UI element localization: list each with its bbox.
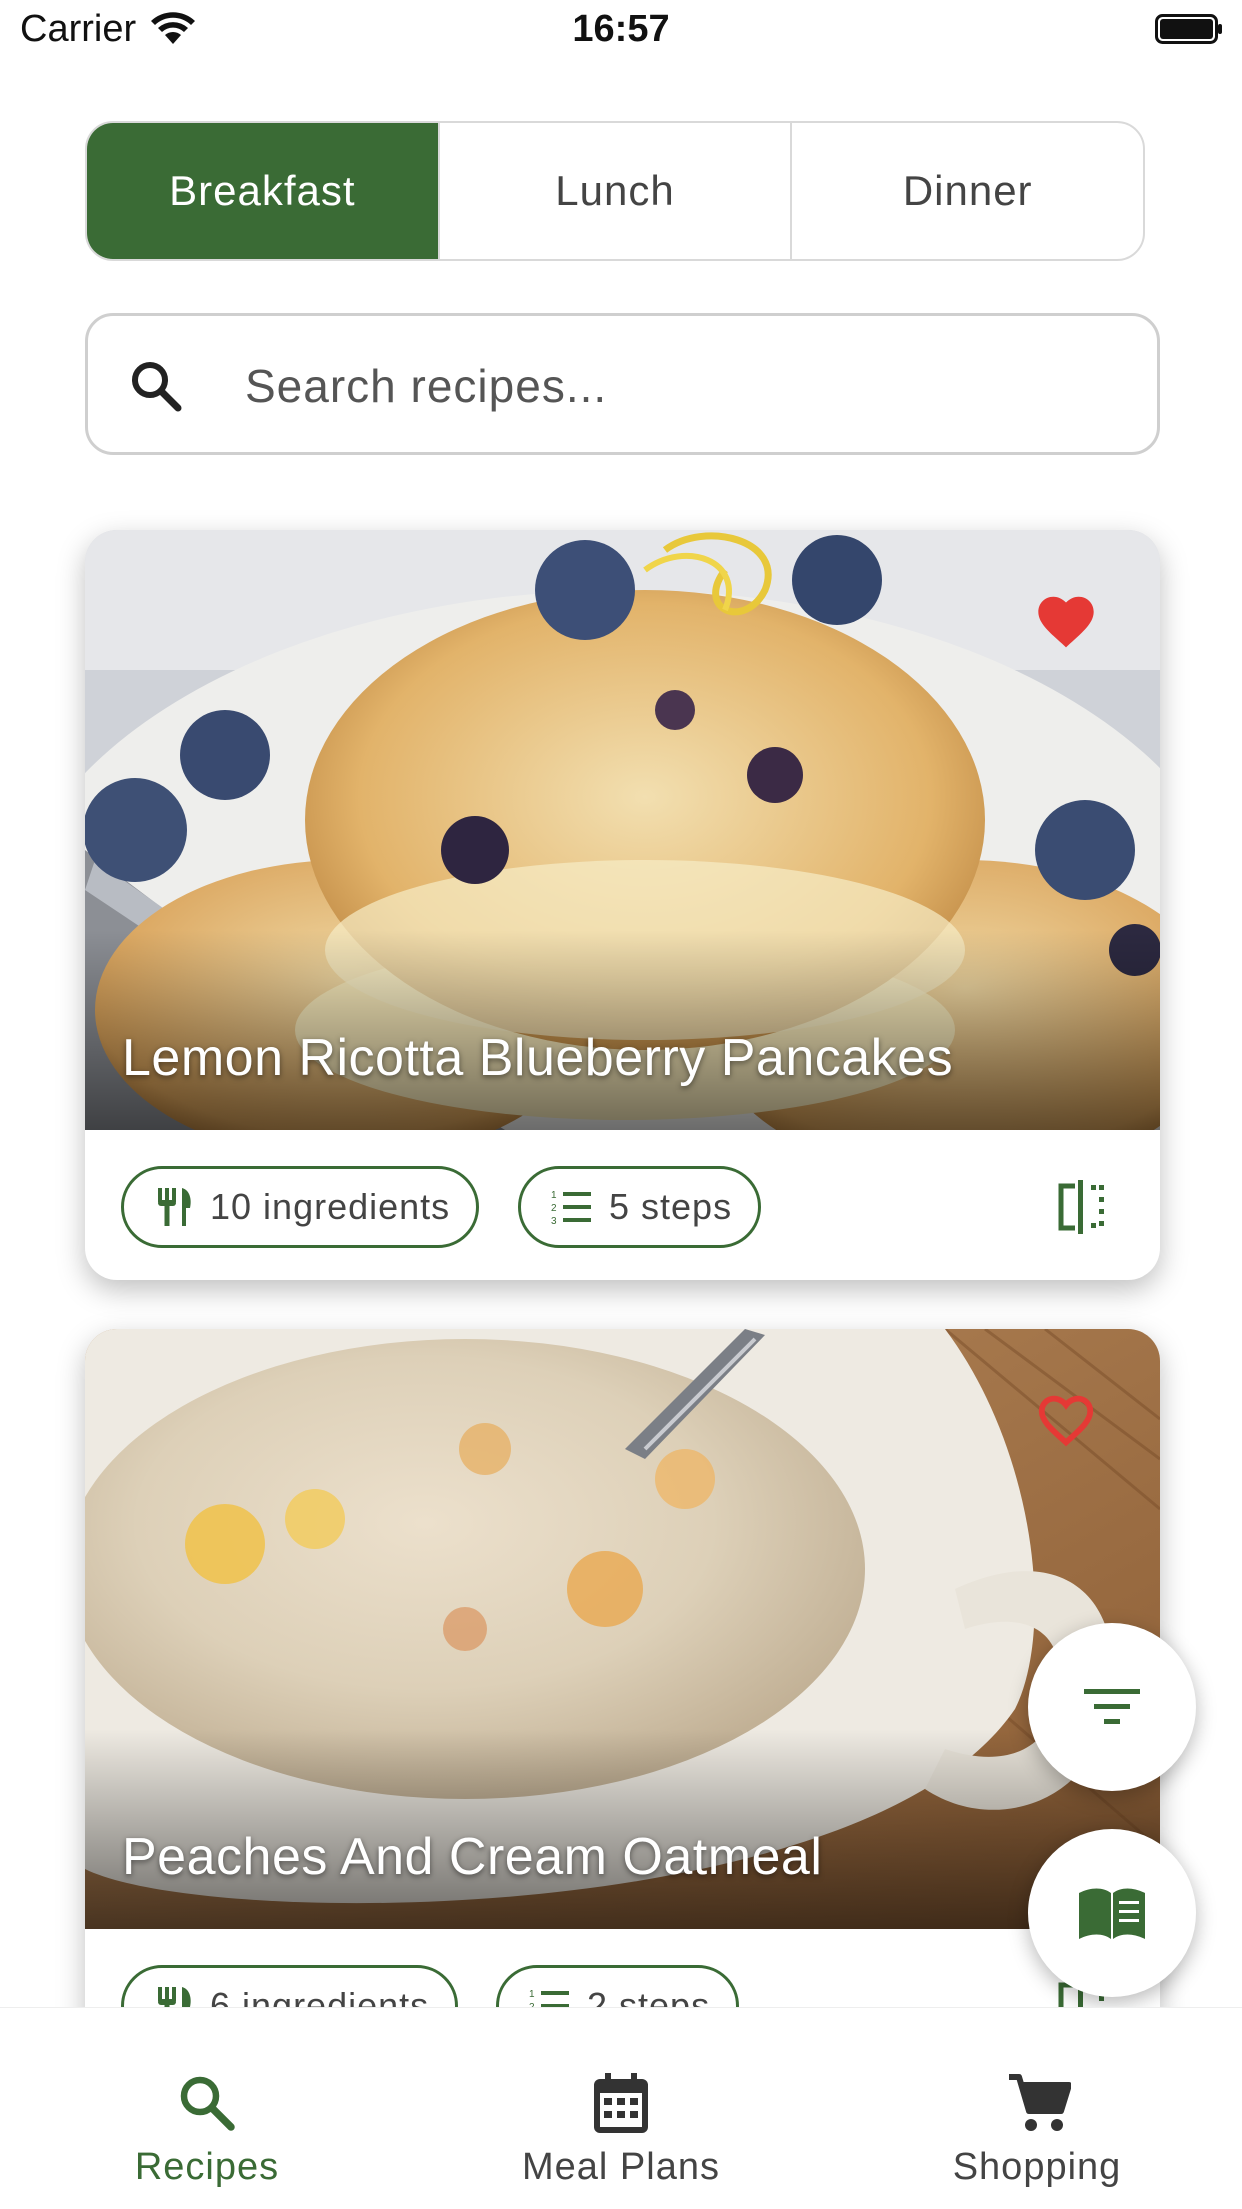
recipe-title: Peaches And Cream Oatmeal xyxy=(122,1828,823,1886)
bottom-navigation: Recipes Meal Plans Shopping xyxy=(0,2007,1242,2209)
nav-item-shopping[interactable]: Shopping xyxy=(887,2008,1187,2209)
heart-filled-icon[interactable] xyxy=(1034,592,1098,650)
compare-icon[interactable] xyxy=(1057,1180,1107,1234)
nav-item-meal-plans[interactable]: Meal Plans xyxy=(471,2008,771,2209)
steps-count: 5 steps xyxy=(609,1186,733,1227)
book-icon xyxy=(1079,1888,1145,1939)
filter-icon xyxy=(1084,1689,1140,1724)
open-book-button[interactable] xyxy=(1028,1829,1196,1997)
battery-icon xyxy=(1155,14,1222,44)
recipe-card[interactable]: Lemon Ricotta Blueberry Pancakes 10 ingr… xyxy=(85,530,1160,1280)
status-time: 16:57 xyxy=(572,8,670,50)
recipe-card-footer: 10 ingredients 1 2 3 5 steps xyxy=(85,1130,1160,1280)
svg-text:1: 1 xyxy=(529,1989,536,2000)
cart-icon xyxy=(1009,2074,1071,2131)
recipe-title: Lemon Ricotta Blueberry Pancakes xyxy=(122,1029,954,1087)
ingredients-chip[interactable]: 10 ingredients xyxy=(121,1166,480,1248)
nav-item-recipes[interactable]: Recipes xyxy=(57,2008,357,2209)
svg-text:1: 1 xyxy=(551,1190,558,1201)
search-icon xyxy=(180,2076,235,2131)
numbered-list-icon: 1 2 3 xyxy=(551,1190,591,1226)
nav-label: Shopping xyxy=(952,2146,1122,2188)
search-icon xyxy=(132,362,182,412)
search-bar xyxy=(85,313,1160,455)
recipe-photo: Lemon Ricotta Blueberry Pancakes xyxy=(85,530,1160,1130)
nav-label: Recipes xyxy=(134,2146,280,2188)
segment-breakfast[interactable]: Breakfast xyxy=(87,123,438,259)
recipe-photo: Peaches And Cream Oatmeal xyxy=(85,1329,1160,1929)
segment-lunch[interactable]: Lunch xyxy=(437,123,791,259)
search-input[interactable] xyxy=(243,346,1127,426)
ingredients-count: 10 ingredients xyxy=(210,1186,451,1227)
svg-text:2: 2 xyxy=(551,1203,558,1214)
cutlery-icon xyxy=(158,1188,191,1226)
svg-text:3: 3 xyxy=(551,1216,558,1226)
meal-type-segmented-control: Breakfast Lunch Dinner xyxy=(85,121,1145,261)
heart-outline-icon[interactable] xyxy=(1034,1391,1098,1449)
calendar-icon xyxy=(594,2073,648,2133)
segment-dinner[interactable]: Dinner xyxy=(790,123,1143,259)
status-bar: Carrier 16:57 xyxy=(0,0,1242,64)
filter-button[interactable] xyxy=(1028,1623,1196,1791)
steps-chip[interactable]: 1 2 3 5 steps xyxy=(518,1166,762,1248)
nav-label: Meal Plans xyxy=(522,2146,720,2188)
